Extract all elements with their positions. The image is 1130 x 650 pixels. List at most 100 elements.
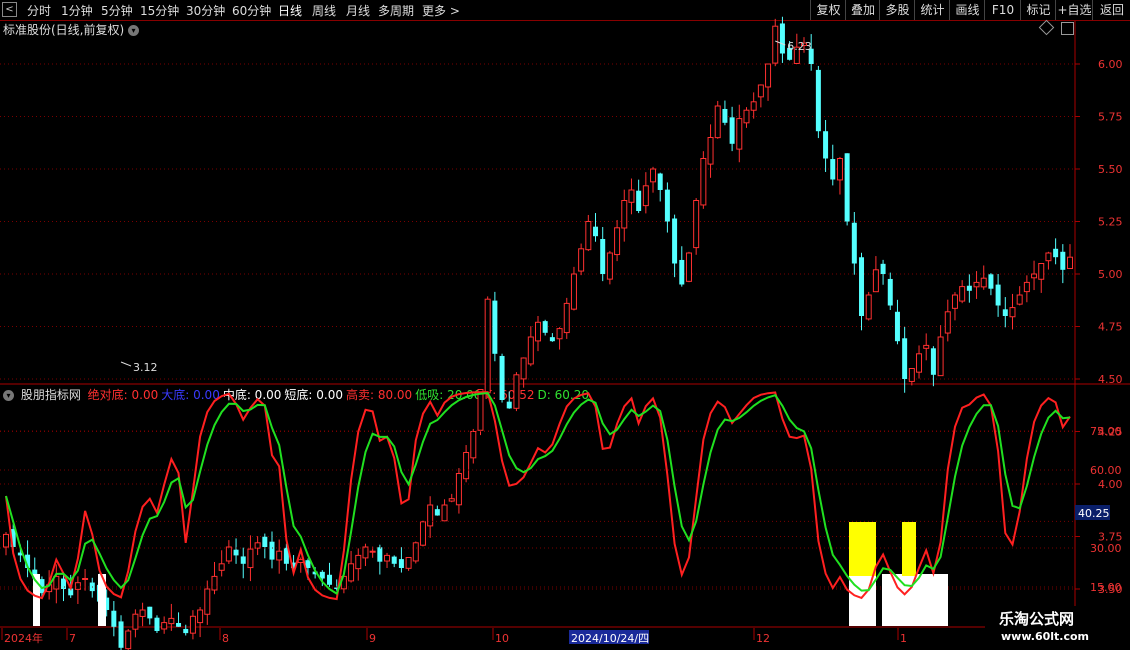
candle-body: [499, 355, 505, 400]
candle-body: [189, 615, 196, 634]
candle-body: [578, 248, 585, 272]
candle-body: [441, 504, 448, 522]
candle-body: [880, 263, 886, 274]
candle-body: [1002, 309, 1008, 316]
candle-body: [844, 153, 850, 222]
candle-body: [714, 105, 721, 139]
candle-body: [61, 578, 67, 589]
candle-body: [757, 84, 764, 98]
candle-body: [1053, 248, 1059, 258]
candle-body: [765, 63, 772, 88]
candle-body: [535, 321, 541, 342]
candle-body: [664, 189, 670, 222]
candle-body: [729, 117, 735, 144]
candle-body: [859, 257, 865, 316]
chart-canvas[interactable]: 6.005.755.505.255.004.754.504.254.003.75…: [0, 0, 1130, 650]
candle-body: [556, 328, 563, 340]
candle-body: [851, 222, 857, 264]
candle-body: [434, 509, 440, 516]
candle-body: [679, 259, 685, 285]
price-tick-label: 5.50: [1098, 163, 1123, 176]
candle-body: [628, 189, 635, 203]
yellow-signal-bar: [849, 522, 876, 576]
candle-body: [111, 610, 117, 627]
candle-body: [262, 536, 268, 547]
candle-body: [700, 158, 707, 206]
candle-body: [642, 185, 649, 207]
candle-body: [908, 368, 915, 382]
indicator-current-value: 40.25: [1078, 507, 1110, 520]
candle-body: [3, 533, 9, 548]
candle-body: [636, 190, 642, 211]
indicator-tick-label: 15.00: [1090, 581, 1122, 594]
candle-body: [570, 273, 577, 310]
candle-body: [585, 221, 592, 251]
low-price-label: 3.12: [133, 361, 158, 374]
candle-body: [836, 158, 843, 181]
candle-body: [82, 578, 89, 580]
candle-body: [894, 311, 900, 342]
candle-body: [823, 131, 829, 159]
candle-body: [477, 389, 484, 431]
candle-body: [1009, 307, 1016, 318]
candle-body: [1045, 252, 1052, 262]
candle-body: [470, 431, 477, 459]
yellow-signal-bar: [902, 522, 916, 576]
candle-body: [405, 557, 412, 569]
candle-body: [240, 556, 246, 564]
candle-body: [650, 168, 657, 183]
candle-body: [542, 321, 548, 333]
low-marker-line: [120, 361, 132, 367]
candle-body: [606, 252, 613, 280]
candle-body: [492, 300, 498, 354]
candle-body: [995, 284, 1001, 306]
candle-body: [973, 281, 980, 288]
candle-body: [980, 277, 987, 288]
candle-body: [1031, 273, 1038, 279]
date-label: 12: [756, 632, 770, 645]
candle-body: [233, 549, 239, 556]
price-tick-label: 5.75: [1098, 111, 1123, 124]
candle-body: [211, 575, 218, 591]
candle-body: [427, 504, 434, 527]
candle-body: [484, 298, 491, 394]
candle-body: [736, 118, 743, 150]
candle-body: [132, 613, 139, 630]
candle-body: [779, 23, 785, 54]
price-tick-label: 4.75: [1098, 321, 1123, 334]
candle-body: [520, 357, 527, 380]
date-label: 2024年: [4, 631, 43, 645]
date-label: 9: [369, 632, 376, 645]
candle-body: [1016, 294, 1023, 305]
candle-body: [125, 630, 132, 650]
candle-body: [377, 547, 383, 562]
candle-body: [657, 173, 663, 190]
candle-body: [966, 285, 972, 291]
candle-body: [930, 348, 936, 375]
candle-body: [944, 311, 951, 334]
candle-body: [398, 559, 404, 568]
candle-body: [176, 622, 182, 627]
candle-body: [593, 226, 599, 237]
candle-body: [348, 563, 355, 582]
indicator-tick-label: 60.00: [1090, 464, 1122, 477]
candle-body: [916, 353, 923, 373]
candle-body: [772, 25, 779, 64]
price-tick-label: 4.00: [1098, 478, 1123, 491]
candle-body: [118, 621, 124, 648]
candle-body: [369, 550, 376, 553]
candle-body: [923, 344, 930, 349]
candle-body: [815, 69, 821, 132]
candle-body: [276, 550, 283, 561]
date-label: 7: [69, 632, 76, 645]
candle-body: [887, 278, 893, 306]
candle-body: [154, 617, 160, 631]
candle-body: [463, 452, 470, 480]
candle-body: [391, 556, 397, 564]
high-price-label: 6.23: [787, 40, 812, 53]
candle-body: [830, 159, 836, 180]
candle-body: [865, 294, 872, 320]
candle-body: [168, 617, 175, 625]
candle-body: [362, 546, 369, 559]
candle-body: [161, 622, 168, 630]
